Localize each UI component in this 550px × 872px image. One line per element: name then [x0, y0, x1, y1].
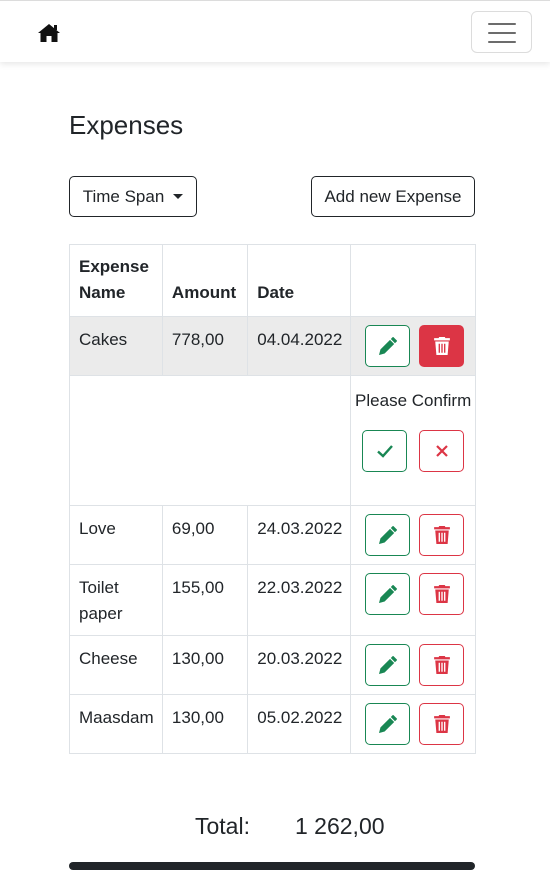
column-header-date: Date [247, 244, 352, 317]
table-row: Maasdam 130,00 05.02.2022 [69, 694, 476, 754]
confirm-row: Please Confirm [68, 375, 476, 506]
pencil-icon [378, 656, 397, 674]
pencil-icon [378, 337, 397, 355]
edit-button[interactable] [365, 703, 411, 745]
edit-button[interactable] [365, 644, 411, 686]
pencil-icon [378, 526, 397, 544]
time-span-label: Time Span [82, 186, 165, 206]
page-title: Expenses [69, 110, 184, 140]
expense-date: 04.04.2022 [247, 316, 352, 376]
row-actions [350, 694, 476, 754]
total-value: 1 262,00 [295, 813, 385, 839]
confirm-delete-button[interactable] [362, 430, 408, 472]
row-actions [350, 316, 476, 376]
pencil-icon [378, 715, 397, 733]
table-header-row: Expense Name Amount Date [69, 244, 476, 317]
expense-name: Toilet paper [69, 564, 163, 636]
confirm-row-spacer [68, 375, 352, 506]
row-actions [350, 564, 476, 636]
expenses-table: Expense Name Amount Date Cakes 778,00 04… [68, 244, 476, 754]
edit-button[interactable] [365, 325, 411, 367]
time-span-dropdown[interactable]: Time Span [69, 176, 197, 217]
trash-icon [433, 656, 450, 674]
add-expense-label: Add new Expense [324, 186, 462, 206]
pencil-icon [378, 585, 397, 603]
expense-date: 20.03.2022 [247, 635, 352, 695]
table-row: Cheese 130,00 20.03.2022 [69, 635, 476, 695]
expense-amount: 69,00 [161, 505, 249, 565]
total-label: Total: [195, 813, 250, 839]
caret-down-icon [173, 194, 184, 199]
delete-button[interactable] [419, 573, 465, 615]
expense-amount: 130,00 [161, 694, 249, 754]
trash-icon [433, 585, 450, 603]
trash-icon [433, 337, 450, 355]
x-icon [435, 445, 448, 457]
column-header-actions [350, 244, 476, 317]
table-row: Toilet paper 155,00 22.03.2022 [69, 564, 476, 636]
edit-button[interactable] [365, 514, 411, 556]
confirm-cell: Please Confirm [350, 375, 476, 506]
column-header-name: Expense Name [69, 244, 163, 317]
check-icon [376, 445, 393, 458]
menu-toggle-button[interactable] [471, 11, 532, 53]
table-row: Love 69,00 24.03.2022 [69, 505, 476, 565]
expense-date: 24.03.2022 [247, 505, 352, 565]
confirm-text: Please Confirm [355, 391, 472, 410]
delete-button[interactable] [419, 703, 465, 745]
expense-amount: 778,00 [161, 316, 249, 376]
expense-date: 22.03.2022 [247, 564, 352, 636]
expense-date: 05.02.2022 [247, 694, 352, 754]
row-actions [350, 635, 476, 695]
trash-icon [433, 526, 450, 544]
expense-amount: 130,00 [161, 635, 249, 695]
trash-icon [433, 715, 450, 733]
expense-name: Love [69, 505, 163, 565]
expense-name: Maasdam [69, 694, 163, 754]
navbar [0, 0, 550, 62]
hamburger-menu-icon [488, 23, 516, 43]
table-row: Cakes 778,00 04.04.2022 [69, 316, 476, 376]
expense-amount: 155,00 [161, 564, 249, 636]
add-expense-button[interactable]: Add new Expense [311, 176, 475, 217]
edit-button[interactable] [365, 573, 411, 615]
column-header-amount: Amount [161, 244, 249, 317]
expense-name: Cheese [69, 635, 163, 695]
home-icon[interactable] [37, 23, 61, 43]
delete-button[interactable] [419, 514, 465, 556]
cancel-delete-button[interactable] [419, 430, 465, 472]
row-actions [350, 505, 476, 565]
delete-button[interactable] [419, 325, 465, 367]
delete-button[interactable] [419, 644, 465, 686]
horizontal-scrollbar[interactable] [69, 862, 475, 870]
expense-name: Cakes [69, 316, 163, 376]
